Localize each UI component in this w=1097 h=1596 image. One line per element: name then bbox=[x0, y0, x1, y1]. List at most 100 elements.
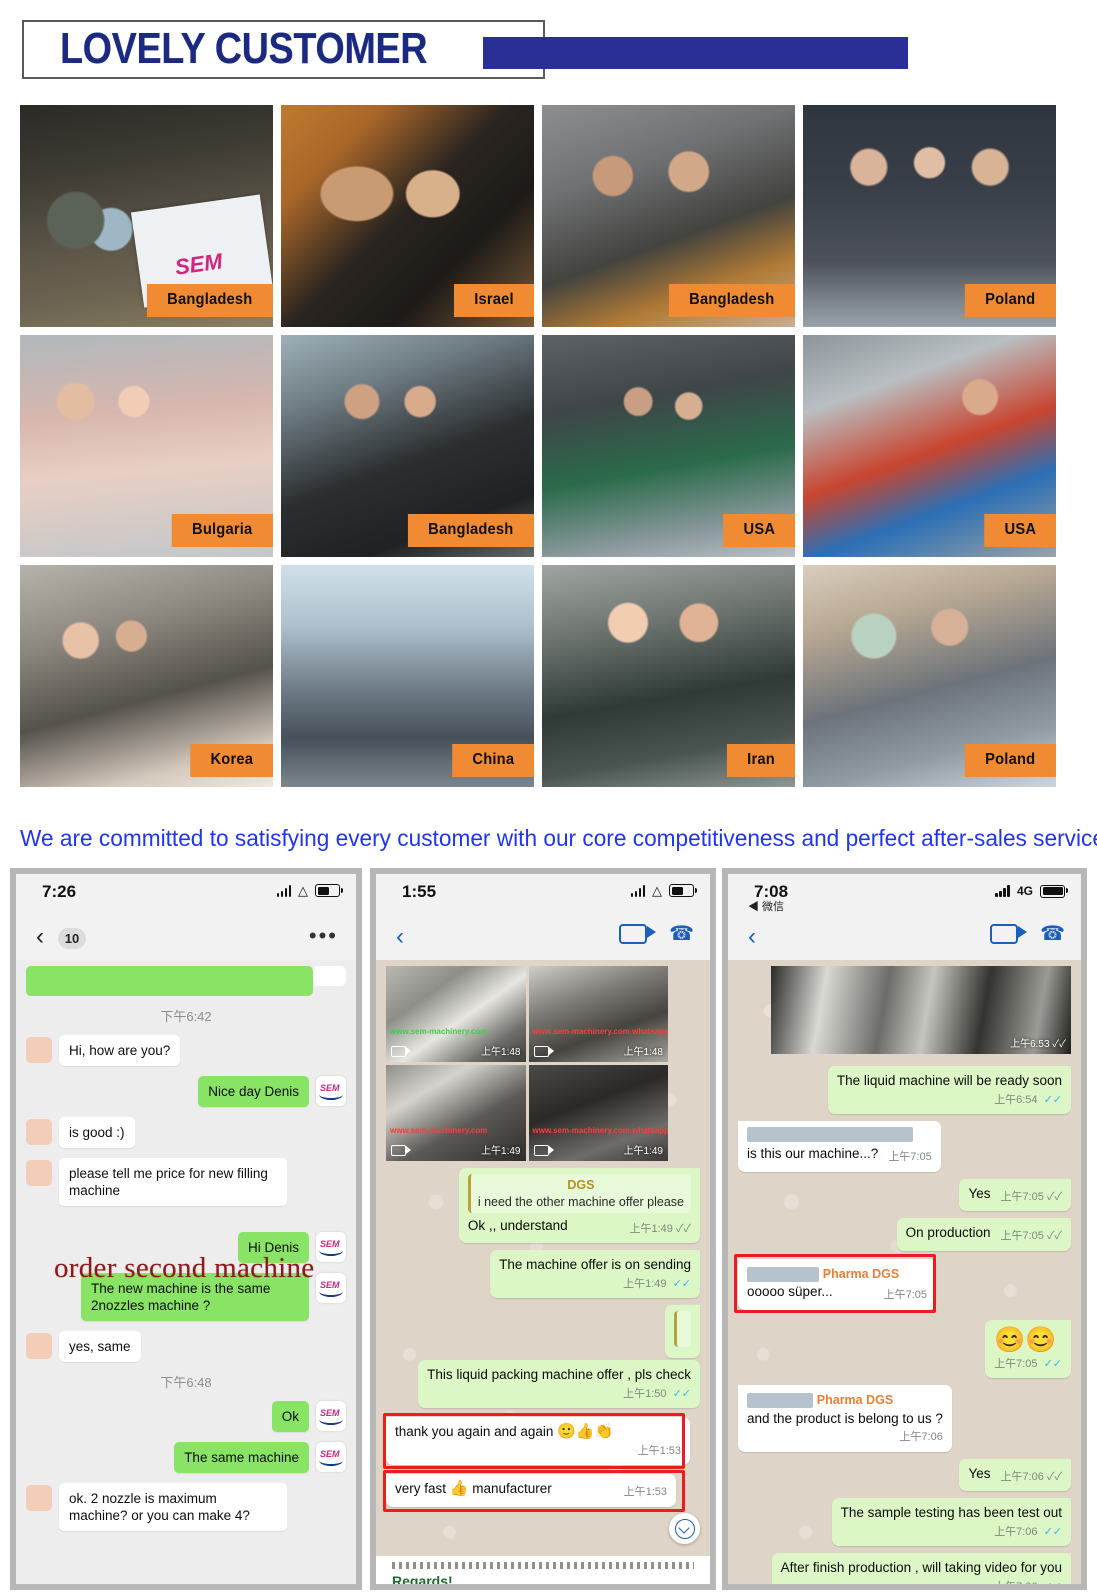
message-text: thank you again and again bbox=[395, 1424, 554, 1439]
sem-avatar bbox=[316, 1442, 346, 1472]
country-badge: USA bbox=[722, 514, 795, 547]
status-icons: △ bbox=[276, 882, 343, 898]
read-ticks-icon: ✓✓ bbox=[1043, 1093, 1062, 1106]
read-ticks-icon: ✓✓ bbox=[1052, 1039, 1066, 1050]
watermark-url: www.sem-machinery.com whatsapp:008613164… bbox=[532, 1126, 669, 1135]
message-bubble: After finish production , will taking vi… bbox=[771, 1553, 1071, 1584]
video-badge-icon bbox=[533, 1145, 554, 1156]
message-bubble: DGS i need the other machine offer pleas… bbox=[458, 1168, 700, 1243]
message-text: is this our machine...? bbox=[747, 1146, 879, 1162]
sem-avatar bbox=[316, 1401, 346, 1431]
message-time: 上午7:05 bbox=[883, 1289, 927, 1302]
message-meta: 上午7:05 ✓✓ bbox=[1000, 1228, 1062, 1246]
status-time: 7:26 bbox=[42, 882, 77, 901]
media-tile[interactable]: www.sem-machinery.com 上午1:49 bbox=[386, 1065, 526, 1161]
message-row-outgoing: The liquid machine will be ready soon 上午… bbox=[738, 1066, 1071, 1114]
title-accent-bar bbox=[483, 37, 908, 69]
message-bubble: Ok bbox=[271, 1401, 309, 1432]
message-bubble: On production 上午7:05 ✓✓ bbox=[896, 1218, 1071, 1251]
message-bubble: Nice day Denis bbox=[198, 1076, 309, 1107]
timestamp-divider: 下午6:48 bbox=[160, 1375, 212, 1390]
message-row-outgoing: The same machine bbox=[26, 1442, 346, 1473]
read-ticks-icon: ✓✓ bbox=[675, 1222, 691, 1235]
redacted-sender bbox=[747, 1393, 813, 1409]
photo-cell: Bangladesh bbox=[281, 335, 534, 557]
video-call-icon[interactable] bbox=[619, 924, 657, 944]
scroll-to-bottom-icon[interactable] bbox=[669, 1513, 700, 1544]
message-bubble: The machine offer is on sending 上午1:49 ✓… bbox=[490, 1250, 700, 1298]
message-row-outgoing: DGS i need the other machine offer pleas… bbox=[386, 1168, 700, 1243]
media-tile[interactable]: www.sem-machinery.com 上午1:48 bbox=[386, 966, 526, 1062]
page-header: LOVELY CUSTOMER bbox=[0, 0, 1097, 96]
photo-cell: Israel bbox=[281, 105, 534, 327]
message-row-incoming: please tell me price for new filling mac… bbox=[26, 1158, 346, 1206]
message-bubble: 😊😊 上午7:05 ✓✓ bbox=[985, 1319, 1071, 1379]
message-bubble-empty bbox=[665, 1305, 700, 1358]
carrier-back-label[interactable]: ◀ 微信 bbox=[748, 898, 784, 914]
photo-cell: Bulgaria bbox=[20, 335, 273, 557]
message-row-outgoing: 😊😊 上午7:05 ✓✓ bbox=[738, 1319, 1071, 1379]
message-text: Yes bbox=[968, 1465, 991, 1481]
read-ticks-icon: ✓✓ bbox=[1046, 1190, 1062, 1203]
wifi-icon: △ bbox=[298, 882, 308, 898]
media-tile[interactable]: www.sem-machinery.com whatsapp:008613164… bbox=[528, 1065, 669, 1161]
message-row-incoming-highlighted: Pharma DGS ooooo süper... 上午7:05 bbox=[734, 1253, 1071, 1313]
media-timestamp: 上午1:48 bbox=[481, 1047, 521, 1058]
status-icons: △ bbox=[630, 884, 697, 897]
avatar bbox=[26, 1119, 52, 1145]
message-bubble: is this our machine...? 上午7:05 bbox=[738, 1121, 941, 1172]
status-bar: 7:08 ◀ 微信 4G bbox=[728, 874, 1081, 916]
message-time: 上午7:06 bbox=[899, 1431, 943, 1444]
back-chevron-icon[interactable]: ‹ bbox=[36, 925, 44, 949]
chat-body[interactable]: 下午6:42 Hi, how are you? Nice day Denis i… bbox=[16, 960, 356, 1584]
message-meta: 上午1:53 bbox=[395, 1443, 681, 1461]
message-meta: 上午7:05 ✓✓ bbox=[994, 1356, 1062, 1374]
message-bubble: yes, same bbox=[59, 1331, 141, 1362]
media-tile[interactable]: www.sem-machinery.com whatsapp:008613164… bbox=[528, 966, 668, 1062]
quoted-sender: DGS bbox=[567, 1178, 595, 1192]
message-time: 上午7:05 bbox=[1000, 1190, 1044, 1203]
voice-call-icon[interactable]: ☎ bbox=[669, 924, 694, 944]
video-call-icon[interactable] bbox=[990, 924, 1028, 944]
message-row-outgoing: The machine offer is on sending 上午1:49 ✓… bbox=[386, 1250, 700, 1298]
photo-cell: Bangladesh bbox=[542, 105, 795, 327]
more-options-icon[interactable]: ••• bbox=[309, 925, 338, 947]
message-row-incoming: is good :) bbox=[26, 1117, 346, 1148]
photo-cell: Bangladesh bbox=[20, 105, 273, 327]
message-bubble: very fast 👍 manufacturer 上午1:53 bbox=[386, 1474, 676, 1507]
message-time: 上午1:50 bbox=[623, 1387, 667, 1400]
unread-count-badge[interactable]: 10 bbox=[58, 928, 86, 949]
message-row-incoming-highlighted: thank you again and again 🙂👍👏 上午1:53 bbox=[383, 1413, 700, 1469]
message-row-outgoing: Ok bbox=[26, 1401, 346, 1432]
message-text: The machine offer is on sending bbox=[499, 1257, 691, 1272]
signal-bars-icon bbox=[630, 884, 645, 897]
chat-body[interactable]: www.sem-machinery.com 上午1:48 www.sem-mac… bbox=[376, 960, 710, 1584]
message-text: ooooo süper... bbox=[747, 1284, 833, 1300]
message-text: On production bbox=[905, 1225, 991, 1241]
status-bar: 1:55 △ bbox=[376, 874, 710, 916]
message-bubble: The same machine bbox=[174, 1442, 309, 1473]
message-row-incoming: is this our machine...? 上午7:05 bbox=[738, 1121, 1071, 1172]
status-icons: 4G bbox=[995, 884, 1068, 898]
blurred-text-line bbox=[392, 1562, 694, 1569]
back-chevron-icon[interactable]: ‹ bbox=[748, 925, 756, 949]
message-bubble: Yes 上午7:06 ✓✓ bbox=[959, 1458, 1071, 1492]
chat-screenshot-2: 1:55 △ ‹ ☎ www.sem-machinery.com 上午1:48 … bbox=[370, 868, 716, 1590]
message-row-incoming: yes, same bbox=[26, 1331, 346, 1362]
message-time: 上午1:53 bbox=[623, 1486, 667, 1498]
message-text: Yes bbox=[968, 1185, 991, 1201]
video-badge-icon bbox=[533, 1046, 554, 1057]
message-time: 上午1:49 bbox=[623, 1277, 667, 1290]
message-row-incoming-highlighted: very fast 👍 manufacturer 上午1:53 bbox=[383, 1470, 700, 1512]
message-bubble: Pharma DGS and the product is belong to … bbox=[738, 1385, 952, 1452]
country-badge: Korea bbox=[189, 744, 273, 777]
media-attachment-grid[interactable]: www.sem-machinery.com 上午1:48 www.sem-mac… bbox=[386, 966, 668, 1161]
message-row-outgoing bbox=[386, 1305, 700, 1358]
chat-body[interactable]: 上午6:53 ✓✓ The liquid machine will be rea… bbox=[728, 960, 1081, 1584]
redacted-sender bbox=[747, 1266, 819, 1282]
media-attachment[interactable]: 上午6:53 ✓✓ bbox=[771, 966, 1071, 1054]
voice-call-icon[interactable]: ☎ bbox=[1040, 924, 1065, 944]
emoji-group: 👍 bbox=[449, 1480, 469, 1497]
back-chevron-icon[interactable]: ‹ bbox=[396, 925, 404, 949]
message-bubble: Hi, how are you? bbox=[59, 1035, 181, 1066]
